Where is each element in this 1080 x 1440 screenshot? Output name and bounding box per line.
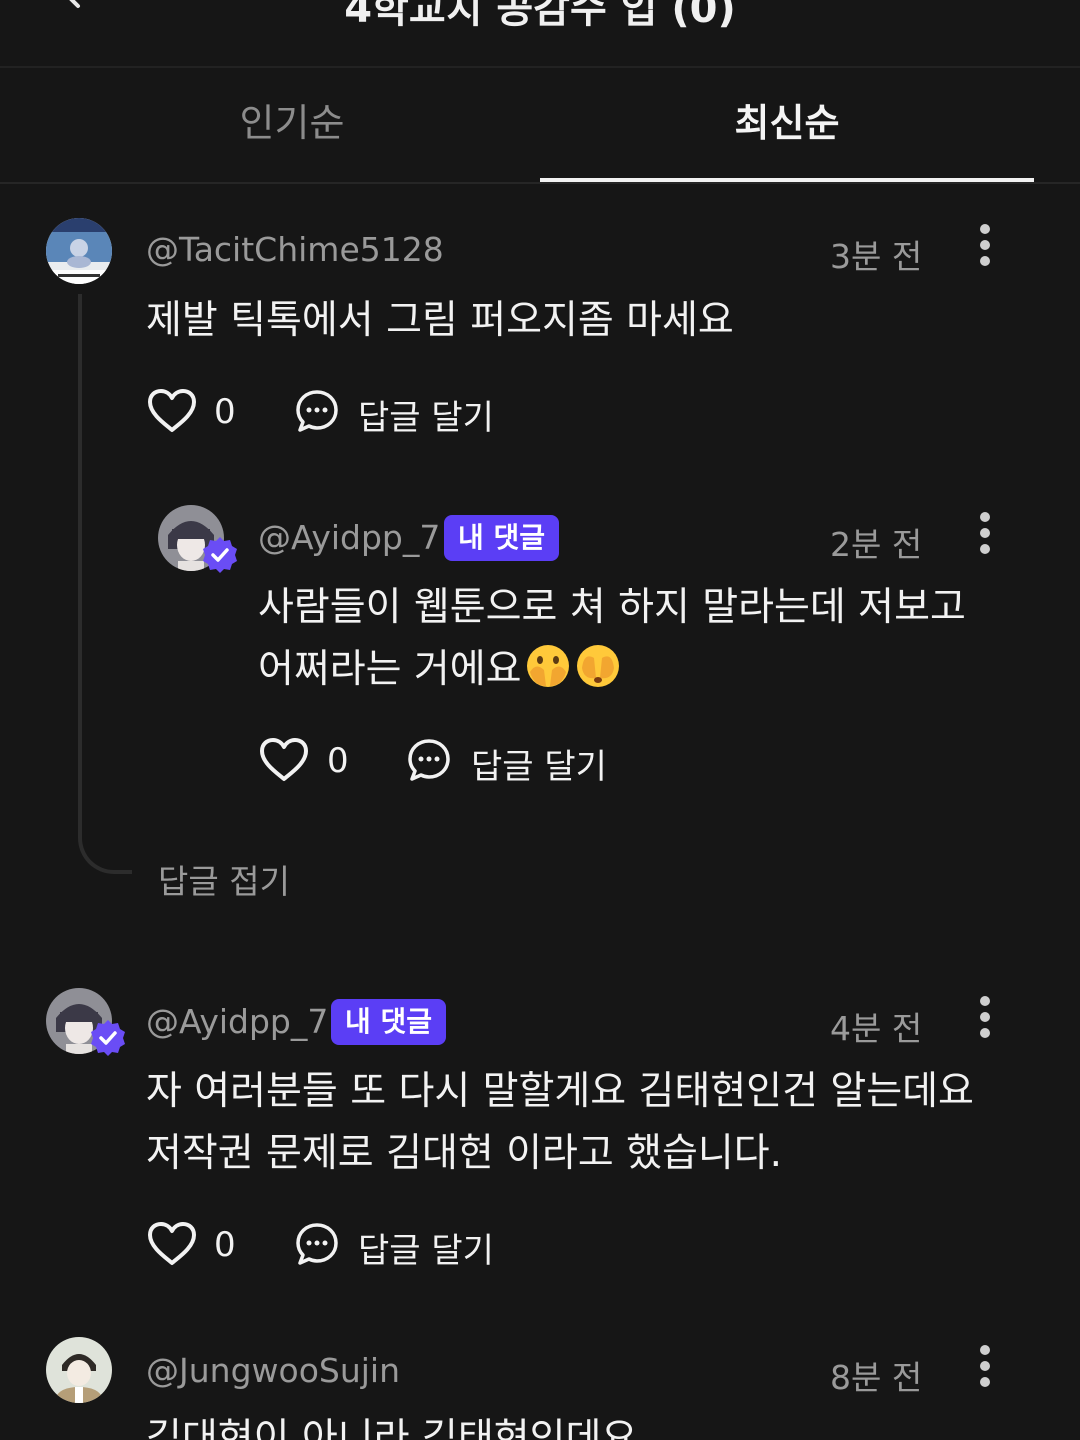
comment-time: 4분 전 bbox=[830, 1009, 923, 1048]
tab-popular[interactable]: 인기순 bbox=[45, 68, 539, 182]
like-count: 0 bbox=[327, 741, 349, 781]
tab-latest[interactable]: 최신순 bbox=[540, 68, 1034, 182]
more-options-icon[interactable] bbox=[975, 512, 995, 572]
comment-text: 김대현이 아니라 김태현인데요 bbox=[146, 1416, 638, 1440]
reply-button[interactable]: 답글 달기 bbox=[358, 1223, 494, 1272]
chat-bubble-icon[interactable] bbox=[294, 388, 340, 434]
avatar[interactable] bbox=[46, 988, 125, 1056]
avatar[interactable] bbox=[158, 505, 237, 573]
page-title: 4학교치 공감수 입 (0) bbox=[344, 0, 736, 32]
avatar[interactable] bbox=[46, 218, 112, 284]
comment-text: 제발 틱톡에서 그림 퍼오지좀 마세요 bbox=[146, 298, 734, 343]
heart-icon[interactable] bbox=[258, 737, 310, 783]
comment-time: 8분 전 bbox=[830, 1358, 923, 1397]
verified-badge-icon bbox=[91, 1020, 125, 1056]
thread-connector bbox=[78, 294, 132, 874]
more-options-icon[interactable] bbox=[975, 996, 995, 1056]
comment-text-line-1: 자 여러분들 또 다시 말할게요 김태현인건 알는데요 bbox=[146, 1069, 974, 1114]
reply-button[interactable]: 답글 달기 bbox=[471, 739, 607, 788]
reply-button[interactable]: 답글 달기 bbox=[358, 390, 494, 439]
reply-text-line-2-text: 어쩌라는 거에요 bbox=[258, 647, 522, 692]
reply-text-line-2: 어쩌라는 거에요 bbox=[258, 639, 622, 701]
comment-username[interactable]: @Ayidpp_7 bbox=[146, 1002, 328, 1041]
my-comment-badge: 내 댓글 bbox=[444, 515, 560, 561]
sort-tabs: 인기순 최신순 bbox=[0, 68, 1080, 184]
face-with-hand-over-mouth-icon bbox=[576, 645, 619, 687]
my-comment-badge: 내 댓글 bbox=[331, 999, 447, 1045]
comment-text-line-2: 저작권 문제로 김대현 이라고 했습니다. bbox=[146, 1131, 783, 1176]
more-options-icon[interactable] bbox=[975, 224, 995, 284]
like-count: 0 bbox=[214, 1225, 236, 1265]
heart-icon[interactable] bbox=[146, 1221, 198, 1267]
comment-username[interactable]: @TacitChime5128 bbox=[146, 230, 444, 269]
heart-icon[interactable] bbox=[146, 388, 198, 434]
verified-badge-icon bbox=[203, 537, 237, 573]
header: 4학교치 공감수 입 (0) bbox=[0, 0, 1080, 68]
comment-time: 3분 전 bbox=[830, 237, 923, 276]
chat-bubble-icon[interactable] bbox=[406, 737, 452, 783]
reply-time: 2분 전 bbox=[830, 525, 923, 564]
face-with-hand-over-mouth-icon bbox=[526, 645, 569, 687]
comments-screen: 4학교치 공감수 입 (0) 인기순 최신순 @TacitChime5128 3… bbox=[0, 0, 1080, 1440]
avatar[interactable] bbox=[46, 1337, 112, 1403]
chat-bubble-icon[interactable] bbox=[294, 1221, 340, 1267]
comment-username[interactable]: @JungwooSujin bbox=[146, 1351, 400, 1390]
collapse-replies-button[interactable]: 답글 접기 bbox=[158, 855, 290, 903]
reply-text-line-1: 사람들이 웹툰으로 쳐 하지 말라는데 저보고 bbox=[258, 585, 966, 630]
more-options-icon[interactable] bbox=[975, 1345, 995, 1405]
reply-username[interactable]: @Ayidpp_7 bbox=[258, 518, 440, 557]
active-tab-indicator bbox=[540, 178, 1034, 182]
like-count: 0 bbox=[214, 392, 236, 432]
